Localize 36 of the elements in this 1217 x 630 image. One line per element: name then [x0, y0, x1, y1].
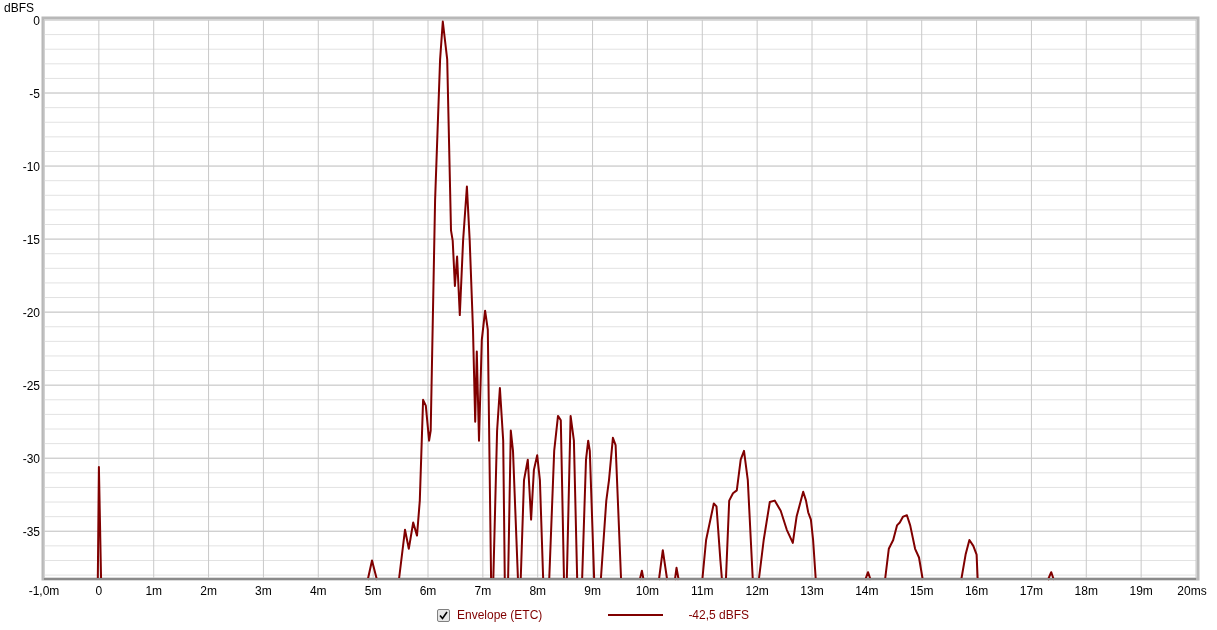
- x-tick-label: 4m: [309, 584, 327, 598]
- x-tick-label: 16m: [964, 584, 989, 598]
- x-tick-label: 12m: [745, 584, 769, 598]
- x-tick-label: 11m: [691, 584, 714, 598]
- x-tick-label: 10m: [635, 584, 660, 598]
- y-tick-label: -20: [22, 306, 40, 321]
- legend-line-sample: [608, 613, 664, 617]
- y-tick-label: -30: [22, 452, 40, 467]
- y-tick-label: 0: [33, 14, 40, 28]
- y-tick-label: -10: [22, 160, 40, 175]
- y-tick-label: -35: [22, 525, 40, 540]
- x-tick-label: 3m: [255, 584, 272, 598]
- x-tick-label: 0: [95, 584, 103, 598]
- x-tick-label: 17m: [1019, 584, 1044, 598]
- check-icon: [439, 610, 448, 620]
- x-tick-label: 13m: [800, 584, 824, 598]
- y-tick-label: -15: [22, 233, 40, 248]
- x-tick-label: 8m: [529, 584, 547, 598]
- x-tick-label: 1m: [145, 584, 163, 598]
- y-tick-label: -25: [22, 379, 40, 394]
- y-tick-label: -5: [29, 87, 40, 102]
- legend-label: Envelope (ETC): [457, 607, 543, 624]
- x-tick-label: 15m: [910, 584, 934, 598]
- x-tick-label: -1,0m: [28, 584, 60, 598]
- x-tick-label: 19m: [1129, 584, 1153, 598]
- x-tick-label: 20ms: [1177, 584, 1207, 598]
- x-tick-label: 14m: [855, 584, 879, 598]
- x-tick-label: 2m: [200, 584, 217, 598]
- legend-checkbox[interactable]: [437, 608, 450, 622]
- x-tick-label: 9m: [584, 584, 601, 598]
- x-tick-label: 5m: [364, 584, 382, 598]
- axis-title: dBFS: [4, 1, 34, 15]
- x-tick-label: 18m: [1074, 584, 1098, 598]
- legend-reading: -42,5 dBFS: [688, 607, 750, 624]
- x-tick-label: 6m: [419, 584, 437, 598]
- x-tick-label: 7m: [474, 584, 492, 598]
